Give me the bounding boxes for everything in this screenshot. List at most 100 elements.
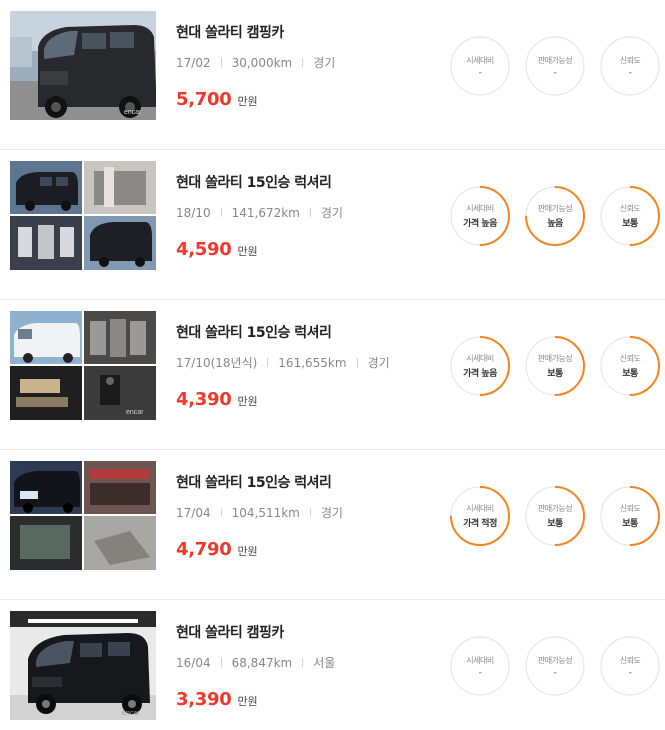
- metric-sale-probability[interactable]: 판매가능성보통: [525, 336, 585, 396]
- metric-sale-probability[interactable]: 판매가능성 -: [525, 636, 585, 696]
- price-value: 4,790: [176, 539, 232, 560]
- metric-reliability[interactable]: 신뢰도 -: [600, 636, 660, 696]
- metric-price-comparison[interactable]: 시세대비 -: [450, 36, 510, 96]
- metric-label: 판매가능성: [537, 204, 573, 213]
- metric-label: 신뢰도: [619, 354, 641, 363]
- van-photo-studio-icon: encar: [10, 611, 156, 720]
- metric-label: 시세대비: [466, 354, 494, 363]
- metric-value: -: [478, 667, 482, 678]
- metric-value: -: [628, 67, 632, 78]
- price-value: 3,390: [176, 689, 232, 710]
- listing-info: 현대 쏠라티 15인승 럭셔리 17/10(18년식) 161,655km 경기…: [176, 322, 431, 410]
- listing-metrics: 시세대비 - 판매가능성 - 신뢰도 -: [450, 636, 660, 696]
- metric-label: 시세대비: [466, 204, 494, 213]
- listing-title[interactable]: 현대 쏠라티 15인승 럭셔리: [176, 472, 431, 492]
- van-photo[interactable]: [10, 161, 156, 270]
- metric-value: 높음: [547, 219, 563, 229]
- van-photo-grid-icon: [10, 461, 156, 570]
- listing-mileage: 141,672km: [231, 205, 300, 220]
- metric-reliability[interactable]: 신뢰도보통: [600, 186, 660, 246]
- metric-value: 보통: [622, 219, 638, 229]
- metric-value: 가격 높음: [463, 219, 497, 229]
- metric-value: -: [553, 67, 557, 78]
- listing-region: 경기: [320, 206, 343, 220]
- listing-region: 경기: [367, 356, 390, 370]
- van-photo[interactable]: encar: [10, 311, 156, 420]
- svg-text:encar: encar: [122, 710, 140, 717]
- meta-separator-icon: [220, 508, 222, 517]
- metric-label: 판매가능성: [537, 354, 573, 363]
- listing-price: 3,390 만원: [176, 689, 431, 710]
- meta-separator-icon: [220, 208, 222, 217]
- listing-title[interactable]: 현대 쏠라티 15인승 럭셔리: [176, 172, 431, 192]
- metric-sale-probability[interactable]: 판매가능성 -: [525, 36, 585, 96]
- svg-text:encar: encar: [126, 409, 144, 416]
- van-photo-grid-icon: encar: [10, 311, 156, 420]
- price-value: 4,390: [176, 389, 232, 410]
- listing-info: 현대 쏠라티 캠핑카 17/02 30,000km 경기 5,700 만원: [176, 22, 431, 110]
- metric-sale-probability[interactable]: 판매가능성 보통: [525, 486, 585, 546]
- listing-year: 17/10(18년식): [176, 356, 258, 370]
- metric-label: 판매가능성: [537, 55, 573, 65]
- metric-reliability[interactable]: 신뢰도보통: [600, 336, 660, 396]
- price-unit: 만원: [237, 245, 258, 258]
- metric-price-comparison[interactable]: 시세대비 -: [450, 636, 510, 696]
- metric-value: 보통: [622, 519, 638, 529]
- listing-row[interactable]: 현대 쏠라티 15인승 럭셔리 17/04 104,511km 경기 4,790…: [0, 450, 665, 600]
- listing-price: 4,590 만원: [176, 239, 431, 260]
- meta-separator-icon: [267, 358, 269, 367]
- metric-value: -: [478, 67, 482, 78]
- van-photo[interactable]: encar: [10, 611, 156, 720]
- metric-label: 시세대비: [466, 55, 494, 65]
- metric-label: 시세대비: [466, 504, 494, 513]
- metric-label: 신뢰도: [619, 204, 641, 213]
- listing-title[interactable]: 현대 쏠라티 15인승 럭셔리: [176, 322, 431, 342]
- listing-region: 경기: [320, 506, 343, 520]
- listing-metrics: 시세대비 가격 적정 판매가능성 보통 신뢰도보통: [450, 486, 660, 546]
- listing-row[interactable]: encar 현대 쏠라티 캠핑카 16/04 68,847km 서울 3,390…: [0, 600, 665, 730]
- metric-value: -: [553, 667, 557, 678]
- listing-info: 현대 쏠라티 캠핑카 16/04 68,847km 서울 3,390 만원: [176, 622, 431, 710]
- meta-separator-icon: [302, 658, 304, 667]
- listing-title[interactable]: 현대 쏠라티 캠핑카: [176, 622, 431, 642]
- van-photo[interactable]: [10, 461, 156, 570]
- metric-price-comparison[interactable]: 시세대비 가격 높음: [450, 336, 510, 396]
- listing-title[interactable]: 현대 쏠라티 캠핑카: [176, 22, 431, 42]
- price-value: 5,700: [176, 89, 232, 110]
- metric-reliability[interactable]: 신뢰도보통: [600, 486, 660, 546]
- meta-separator-icon: [309, 208, 311, 217]
- meta-separator-icon: [309, 508, 311, 517]
- metric-price-comparison[interactable]: 시세대비 가격 적정: [450, 486, 510, 546]
- metric-label: 신뢰도: [619, 504, 641, 513]
- metric-label: 시세대비: [466, 655, 494, 665]
- metric-value: 보통: [547, 519, 563, 529]
- listing-price: 4,390 만원: [176, 389, 431, 410]
- meta-separator-icon: [220, 58, 222, 67]
- metric-value: 보통: [547, 369, 563, 379]
- van-photo-single-icon: encar: [10, 11, 156, 120]
- metric-label: 신뢰도: [619, 655, 641, 665]
- metric-reliability[interactable]: 신뢰도 -: [600, 36, 660, 96]
- metric-sale-probability[interactable]: 판매가능성높음: [525, 186, 585, 246]
- listing-region: 경기: [313, 56, 336, 70]
- price-unit: 만원: [237, 395, 258, 408]
- price-unit: 만원: [237, 95, 258, 108]
- listing-metrics: 시세대비가격 높음 판매가능성높음 신뢰도보통: [450, 186, 660, 246]
- meta-separator-icon: [302, 58, 304, 67]
- listing-meta: 18/10 141,672km 경기: [176, 204, 431, 221]
- metric-value: -: [628, 667, 632, 678]
- metric-value: 보통: [622, 369, 638, 379]
- metric-price-comparison[interactable]: 시세대비가격 높음: [450, 186, 510, 246]
- listing-row[interactable]: encar 현대 쏠라티 15인승 럭셔리 17/10(18년식) 161,65…: [0, 300, 665, 450]
- listing-row[interactable]: encar 현대 쏠라티 캠핑카 17/02 30,000km 경기 5,700…: [0, 0, 665, 150]
- listing-meta: 17/10(18년식) 161,655km 경기: [176, 354, 431, 371]
- metric-label: 판매가능성: [537, 655, 573, 665]
- price-value: 4,590: [176, 239, 232, 260]
- listing-meta: 16/04 68,847km 서울: [176, 654, 431, 671]
- listing-year: 16/04: [176, 655, 211, 670]
- listing-row[interactable]: 현대 쏠라티 15인승 럭셔리 18/10 141,672km 경기 4,590…: [0, 150, 665, 300]
- price-unit: 만원: [237, 695, 258, 708]
- listing-mileage: 104,511km: [231, 505, 300, 520]
- listing-price: 4,790 만원: [176, 539, 431, 560]
- van-photo[interactable]: encar: [10, 11, 156, 120]
